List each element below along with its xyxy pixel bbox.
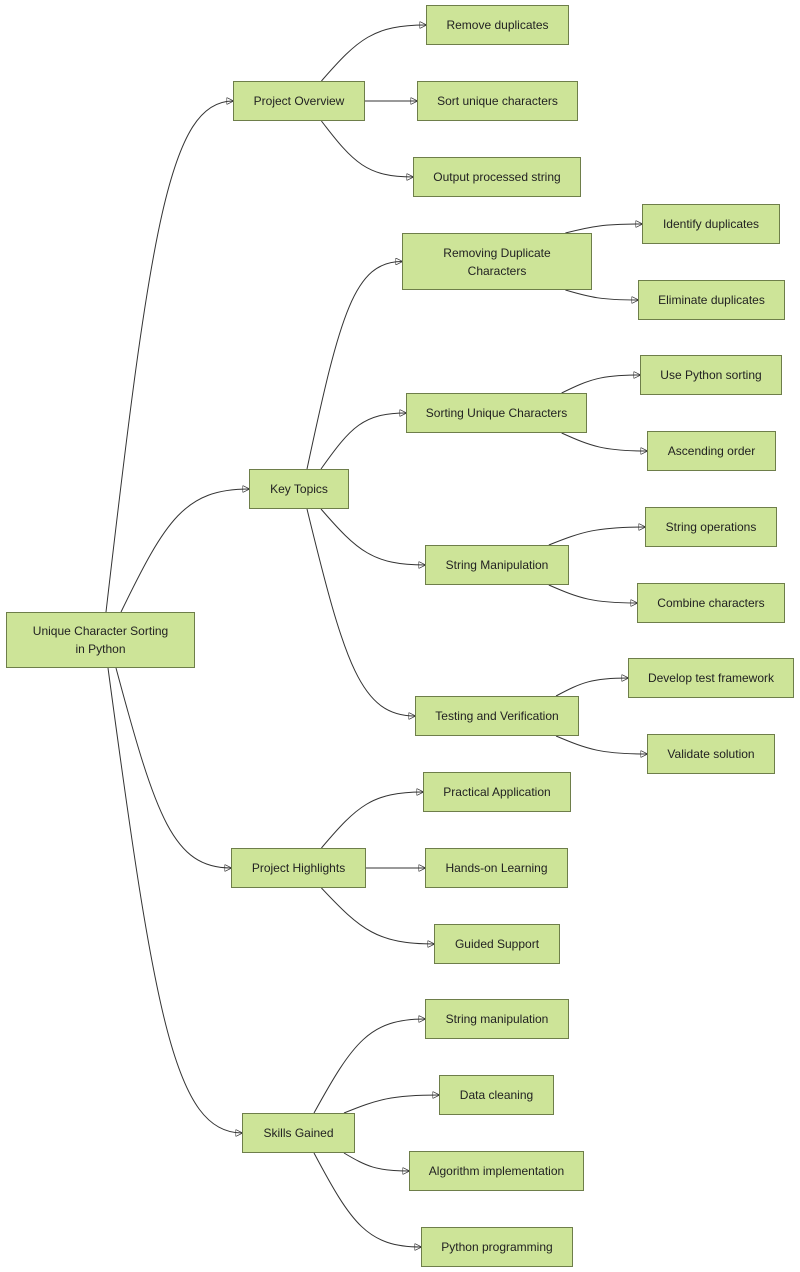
node-s4: Python programming: [421, 1227, 573, 1267]
edge-skills-to-s2: [343, 1095, 439, 1114]
node-highlights: Project Highlights: [231, 848, 366, 888]
edge-t2-to-t2a: [561, 375, 640, 394]
edge-t4-to-t4b: [555, 735, 647, 754]
edge-t3-to-t3a: [548, 527, 645, 546]
node-s3: Algorithm implementation: [409, 1151, 584, 1191]
node-label: Sort unique characters: [437, 94, 558, 108]
node-label: Removing Duplicate Characters: [443, 245, 551, 278]
edge-topics-to-t3: [320, 508, 425, 565]
edge-overview-to-ov1: [321, 25, 426, 82]
node-h2: Hands-on Learning: [425, 848, 568, 888]
edge-topics-to-t2: [320, 413, 406, 470]
node-t2: Sorting Unique Characters: [406, 393, 587, 433]
edge-t2-to-t2b: [561, 432, 647, 451]
node-h3: Guided Support: [434, 924, 560, 964]
edge-t4-to-t4a: [555, 678, 628, 697]
node-t3: String Manipulation: [425, 545, 569, 585]
edge-root-to-overview: [105, 101, 233, 613]
edge-overview-to-ov3: [321, 120, 413, 177]
node-label: Hands-on Learning: [445, 861, 548, 875]
node-label: Eliminate duplicates: [658, 293, 765, 307]
node-t1b: Eliminate duplicates: [638, 280, 785, 320]
node-label: Data cleaning: [459, 1088, 534, 1102]
edge-root-to-highlights: [115, 667, 231, 868]
node-t3a: String operations: [645, 507, 777, 547]
node-label: Practical Application: [443, 785, 551, 799]
node-label: String manipulation: [445, 1012, 549, 1026]
node-t4a: Develop test framework: [628, 658, 794, 698]
mindmap-diagram: Unique Character Sorting in Python Projec…: [0, 0, 800, 1272]
node-label: Algorithm implementation: [428, 1164, 565, 1178]
edge-skills-to-s1: [313, 1019, 425, 1114]
node-label: Combine characters: [657, 596, 765, 610]
node-label: String Manipulation: [445, 558, 549, 572]
node-label: Output processed string: [433, 170, 561, 184]
node-label: Testing and Verification: [435, 709, 559, 723]
edge-root-to-topics: [120, 489, 249, 613]
edge-t1-to-t1b: [565, 289, 638, 300]
node-label: Guided Support: [454, 937, 540, 951]
node-overview: Project Overview: [233, 81, 365, 121]
edge-topics-to-t4: [306, 508, 415, 716]
edge-t3-to-t3b: [548, 584, 637, 603]
node-label: Remove duplicates: [446, 18, 549, 32]
node-topics: Key Topics: [249, 469, 349, 509]
edge-highlights-to-h3: [321, 887, 434, 944]
node-label: Python programming: [441, 1240, 553, 1254]
root-node: Unique Character Sorting in Python: [6, 612, 195, 668]
node-label: Validate solution: [667, 747, 755, 761]
edge-skills-to-s3: [343, 1152, 409, 1171]
node-label: Unique Character Sorting in Python: [32, 624, 169, 656]
node-s1: String manipulation: [425, 999, 569, 1039]
node-t1a: Identify duplicates: [642, 204, 780, 244]
edge-highlights-to-h1: [321, 792, 423, 849]
node-label: Project Highlights: [251, 861, 346, 875]
node-t3b: Combine characters: [637, 583, 785, 623]
node-skills: Skills Gained: [242, 1113, 355, 1153]
node-ov3: Output processed string: [413, 157, 581, 197]
node-label: Use Python sorting: [660, 368, 762, 382]
node-t4b: Validate solution: [647, 734, 775, 774]
node-ov1: Remove duplicates: [426, 5, 569, 45]
node-t2b: Ascending order: [647, 431, 776, 471]
node-t4: Testing and Verification: [415, 696, 579, 736]
edge-root-to-skills: [107, 667, 242, 1133]
node-label: Identify duplicates: [662, 217, 760, 231]
node-h1: Practical Application: [423, 772, 571, 812]
node-t2a: Use Python sorting: [640, 355, 782, 395]
node-label: Key Topics: [270, 482, 328, 496]
node-s2: Data cleaning: [439, 1075, 554, 1115]
edge-t1-to-t1a: [565, 224, 642, 234]
node-label: Skills Gained: [263, 1126, 334, 1140]
edge-topics-to-t1: [306, 262, 402, 470]
edge-skills-to-s4: [313, 1152, 421, 1247]
node-label: Sorting Unique Characters: [425, 406, 568, 420]
node-label: String operations: [665, 520, 757, 534]
node-label: Project Overview: [253, 94, 345, 108]
node-label: Develop test framework: [647, 671, 775, 685]
node-label: Ascending order: [667, 444, 756, 458]
node-ov2: Sort unique characters: [417, 81, 578, 121]
node-t1: Removing Duplicate Characters: [402, 233, 592, 290]
